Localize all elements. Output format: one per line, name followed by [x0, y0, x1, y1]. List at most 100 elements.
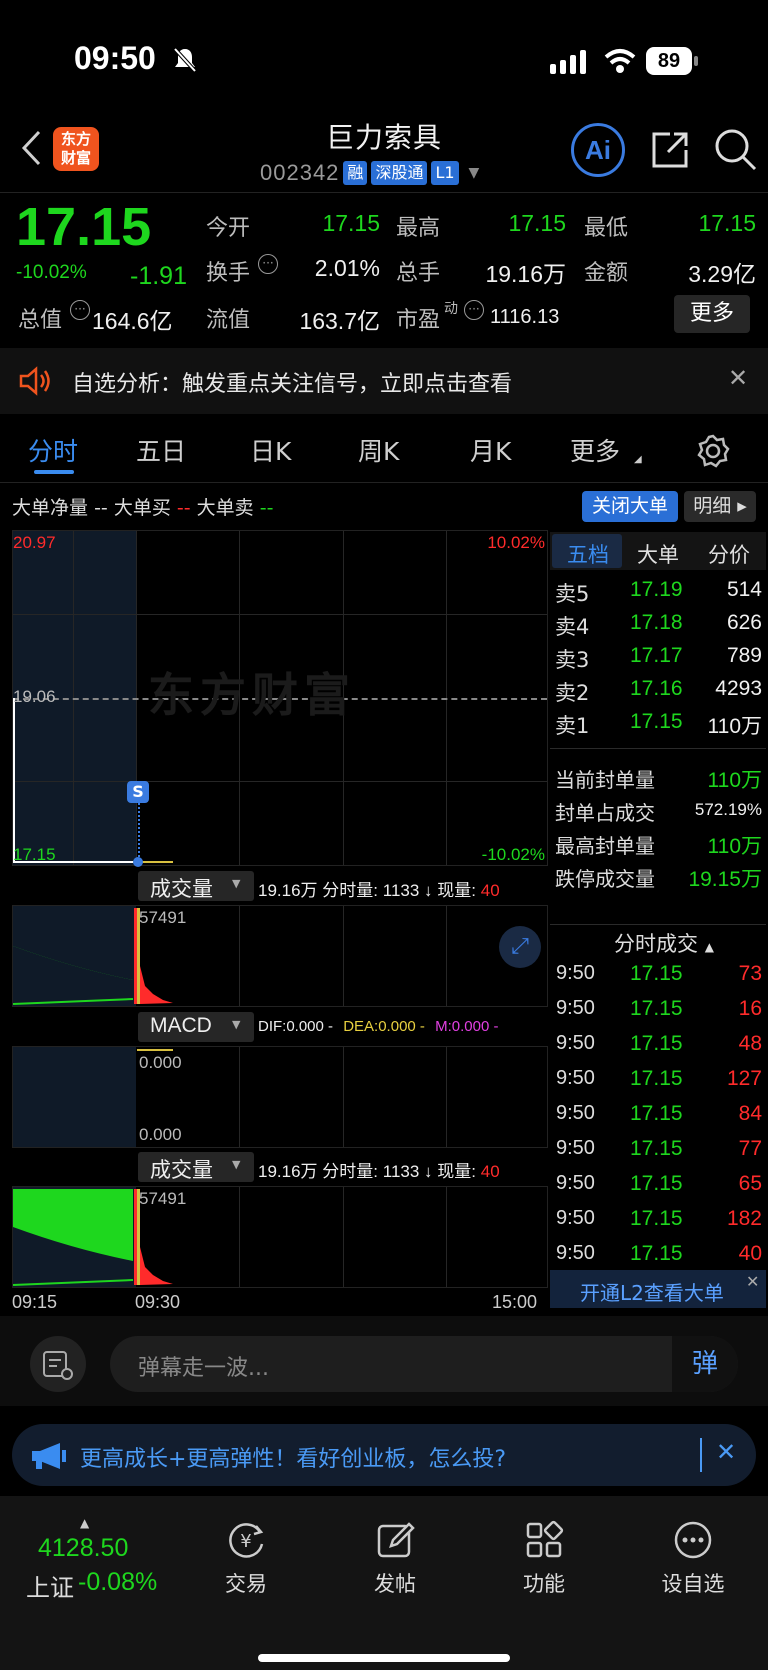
tick-volume: 16: [738, 997, 762, 1020]
tab-more[interactable]: 更多: [570, 432, 620, 468]
close-bigorder-button[interactable]: 关闭大单: [582, 491, 678, 522]
volume-selector-2[interactable]: 成交量 ▼: [138, 1152, 254, 1182]
tick-time: 9:50: [556, 1242, 595, 1264]
y-mid-label: 19.06: [13, 687, 56, 706]
nav-functions[interactable]: 功能: [504, 1518, 584, 1598]
l2-banner[interactable]: 开通L2查看大单 ✕: [550, 1270, 766, 1308]
index-percent[interactable]: -0.08%: [78, 1568, 157, 1597]
expand-up-icon[interactable]: ▲: [80, 1516, 89, 1530]
nav-trade-label: 交易: [225, 1572, 267, 1596]
megaphone-icon: [32, 1443, 66, 1469]
home-indicator: [258, 1654, 510, 1662]
tick-time: 9:50: [556, 1067, 595, 1089]
orderbook-label: 卖4: [555, 615, 590, 639]
seal-value: 19.15万: [688, 868, 762, 891]
tab-weekly-k[interactable]: 周K: [358, 432, 399, 468]
side-tab-five-levels[interactable]: 五档: [567, 539, 609, 569]
tick-price: 17.15: [630, 1102, 683, 1125]
value-total-value: 164.6亿: [92, 308, 173, 334]
trade-icon: ¥: [229, 1523, 264, 1558]
price-chart[interactable]: S 东方财富 20.97 19.06 17.15 10.02% -10.02%: [12, 530, 548, 867]
edit-icon: [377, 1522, 415, 1558]
grid-line: [343, 906, 344, 1006]
y-min-label: 17.15: [13, 845, 56, 864]
macd-dea: DEA:0.000 -: [343, 1018, 425, 1035]
notice-bar[interactable]: 自选分析：触发重点关注信号，立即点击查看 ✕: [0, 348, 768, 414]
promo-text: 更高成长+更高弹性！看好创业板，怎么投?: [80, 1447, 507, 1472]
tag-margin: 融: [343, 161, 368, 185]
promo-banner[interactable]: 更高成长+更高弹性！看好创业板，怎么投? ✕: [12, 1424, 756, 1486]
label-amount: 金额: [584, 261, 629, 286]
tick-volume: 73: [738, 962, 762, 985]
gear-icon[interactable]: [696, 434, 730, 468]
ticks-title-label: 分时成交: [614, 932, 698, 956]
seal-value: 110万: [707, 769, 762, 792]
danmu-send-button[interactable]: 弹: [672, 1336, 738, 1392]
tick-volume: 40: [738, 1242, 762, 1265]
volume-chart[interactable]: 57491 ⤢: [12, 905, 548, 1007]
danmu-input[interactable]: 弹幕走一波...: [110, 1336, 738, 1392]
macd-top-label: 0.000: [139, 1053, 182, 1072]
macd-values: DIF:0.000 - DEA:0.000 - M:0.000 -: [258, 1018, 498, 1035]
tab-5day[interactable]: 五日: [136, 432, 186, 468]
volume-peak-label: 57491: [139, 1189, 187, 1208]
search-icon[interactable]: [712, 126, 758, 172]
macd-chart[interactable]: 0.000 0.000: [12, 1046, 548, 1148]
tick-price: 17.15: [630, 1137, 683, 1160]
pe-superscript: 动: [444, 301, 458, 317]
info-icon[interactable]: ···: [464, 300, 484, 320]
tick-time: 9:50: [556, 1172, 595, 1194]
value-pe: 1116.13: [490, 306, 560, 328]
tab-monthly-k[interactable]: 月K: [470, 432, 511, 468]
bigorder-net-value: --: [94, 497, 108, 519]
index-value[interactable]: 4128.50: [38, 1534, 128, 1563]
orderbook-price: 17.16: [630, 677, 683, 700]
tick-time: 9:50: [556, 962, 595, 984]
volume-selector[interactable]: 成交量 ▼: [138, 871, 254, 901]
tick-time: 9:50: [556, 1207, 595, 1229]
grid-line: [239, 906, 240, 1006]
volume-chart-2[interactable]: 57491: [12, 1186, 548, 1288]
close-icon[interactable]: ✕: [716, 1438, 736, 1466]
ai-icon[interactable]: Ai: [571, 123, 625, 177]
more-dots-icon: [674, 1521, 712, 1559]
divider: [550, 924, 766, 925]
ticks-title[interactable]: 分时成交 ▲: [614, 928, 714, 958]
info-icon[interactable]: ···: [70, 300, 90, 320]
share-icon[interactable]: [648, 128, 692, 172]
more-button[interactable]: 更多: [674, 295, 750, 333]
divider: [0, 482, 768, 483]
close-icon[interactable]: ✕: [746, 1272, 759, 1291]
label-turnover: 换手: [206, 261, 251, 286]
index-name[interactable]: 上证: [26, 1568, 74, 1603]
grid-line: [239, 1187, 240, 1287]
volume-summary: 19.16万 分时量: 1133 ↓ 现量: 40: [258, 876, 500, 901]
side-tab-price-dist[interactable]: 分价: [708, 539, 750, 569]
label-low: 最低: [584, 216, 629, 241]
tick-volume: 77: [738, 1137, 762, 1160]
signal-icon: [550, 50, 586, 74]
detail-button[interactable]: 明细 ▸: [684, 491, 756, 522]
detail-label: 明细: [693, 495, 732, 517]
pct-max-label: 10.02%: [487, 533, 545, 552]
volume-label: 成交量: [150, 1158, 213, 1182]
chevron-down-icon[interactable]: ▼: [469, 165, 480, 181]
sell-marker[interactable]: S: [127, 781, 149, 803]
nav-trade[interactable]: ¥ 交易: [206, 1518, 286, 1598]
nav-post[interactable]: 发帖: [355, 1518, 435, 1598]
expand-icon[interactable]: ⤢: [499, 926, 541, 968]
info-icon[interactable]: ···: [258, 254, 278, 274]
close-icon[interactable]: ✕: [728, 364, 748, 392]
side-tab-big-order[interactable]: 大单: [637, 539, 679, 569]
danmu-list-icon[interactable]: [30, 1336, 86, 1392]
tab-daily-k[interactable]: 日K: [250, 432, 291, 468]
nav-watchlist[interactable]: 设自选: [653, 1518, 733, 1598]
tick-volume: 84: [738, 1102, 762, 1125]
bigorder-net-label: 大单净量: [12, 497, 89, 519]
grid-line: [446, 1187, 447, 1287]
nav-functions-label: 功能: [523, 1572, 565, 1596]
tab-intraday[interactable]: 分时: [28, 432, 78, 468]
watermark: 东方财富: [148, 668, 356, 722]
macd-selector[interactable]: MACD ▼: [138, 1012, 254, 1042]
tick-time: 9:50: [556, 1102, 595, 1124]
